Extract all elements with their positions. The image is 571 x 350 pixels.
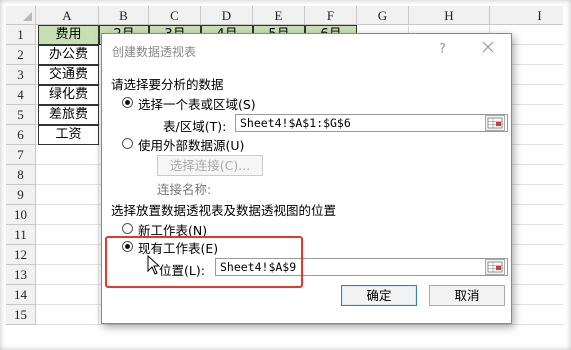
expense-item-cell[interactable]: 交通费 bbox=[38, 65, 99, 85]
select-all-corner[interactable] bbox=[6, 6, 36, 25]
sheet-cell[interactable] bbox=[36, 185, 99, 205]
row-header[interactable]: 4 bbox=[6, 85, 36, 105]
column-header[interactable]: B bbox=[99, 6, 149, 25]
row-header[interactable]: 6 bbox=[6, 125, 36, 145]
radio-select-range[interactable] bbox=[122, 97, 133, 108]
column-header[interactable]: F bbox=[305, 6, 357, 25]
row-header[interactable]: 12 bbox=[6, 245, 36, 265]
ok-button[interactable]: 确定 bbox=[341, 285, 417, 306]
sheet-cell[interactable] bbox=[36, 305, 99, 325]
radio-new-worksheet[interactable] bbox=[122, 223, 133, 234]
choose-connection-button[interactable]: 选择连接(C)... bbox=[157, 155, 263, 176]
row-header[interactable]: 10 bbox=[6, 205, 36, 225]
connection-name-label: 连接名称: bbox=[157, 182, 212, 197]
location-label: 位置(L): bbox=[159, 263, 205, 278]
expense-item-cell[interactable]: 工资 bbox=[38, 125, 99, 145]
cancel-button[interactable]: 取消 bbox=[429, 285, 505, 306]
range-picker-icon[interactable] bbox=[485, 115, 505, 131]
section-location-label: 选择放置数据透视表及数据透视图的位置 bbox=[111, 203, 337, 218]
row-header[interactable]: 7 bbox=[6, 145, 36, 165]
row-header[interactable]: 15 bbox=[6, 305, 36, 325]
option-new-worksheet-label[interactable]: 新工作表(N) bbox=[138, 220, 207, 239]
row-header[interactable]: 1 bbox=[6, 25, 36, 45]
row-header[interactable]: 14 bbox=[6, 285, 36, 305]
column-header[interactable]: C bbox=[149, 6, 201, 25]
location-input-value: Sheet4!$A$9 bbox=[220, 260, 297, 274]
range-label: 表/区域(T): bbox=[163, 119, 227, 134]
column-header[interactable]: H bbox=[409, 6, 490, 25]
column-header[interactable]: G bbox=[357, 6, 409, 25]
mouse-cursor-icon bbox=[147, 255, 161, 275]
column-header[interactable]: E bbox=[253, 6, 305, 25]
row-header[interactable]: 2 bbox=[6, 45, 36, 65]
sheet-cell[interactable] bbox=[36, 285, 99, 305]
option-select-range-label[interactable]: 选择一个表或区域(S) bbox=[138, 94, 256, 113]
location-picker-icon[interactable] bbox=[485, 259, 505, 275]
column-header[interactable]: D bbox=[201, 6, 253, 25]
sheet-cell[interactable] bbox=[36, 245, 99, 265]
expense-item-cell[interactable]: 绿化费 bbox=[38, 85, 99, 105]
expense-item-cell[interactable]: 办公费 bbox=[38, 45, 99, 65]
close-icon[interactable] bbox=[480, 39, 496, 55]
header-cell-expense[interactable]: 费用 bbox=[38, 25, 99, 45]
help-button[interactable]: ? bbox=[439, 42, 446, 57]
sheet-cell[interactable] bbox=[36, 225, 99, 245]
row-header[interactable]: 5 bbox=[6, 105, 36, 125]
sheet-cell[interactable] bbox=[36, 145, 99, 165]
radio-external-source[interactable] bbox=[122, 138, 133, 149]
column-header[interactable]: I bbox=[490, 6, 563, 25]
section-select-data-label: 请选择要分析的数据 bbox=[111, 77, 224, 92]
option-external-source-label[interactable]: 使用外部数据源(U) bbox=[138, 135, 244, 154]
row-header[interactable]: 3 bbox=[6, 65, 36, 85]
select-all-icon bbox=[23, 12, 32, 21]
row-header[interactable]: 8 bbox=[6, 165, 36, 185]
dialog-title: 创建数据透视表 bbox=[112, 45, 197, 59]
row-header[interactable]: 13 bbox=[6, 265, 36, 285]
create-pivot-table-dialog: 创建数据透视表 ? 请选择要分析的数据 选择一个表或区域(S) 表/区域(T):… bbox=[101, 33, 512, 324]
range-input-value: Sheet4!$A$1:$G$6 bbox=[240, 116, 351, 130]
row-header[interactable]: 11 bbox=[6, 225, 36, 245]
location-input[interactable]: Sheet4!$A$9 bbox=[215, 258, 508, 276]
expense-item-cell[interactable]: 差旅费 bbox=[38, 105, 99, 125]
sheet-cell[interactable] bbox=[36, 205, 99, 225]
row-header[interactable]: 9 bbox=[6, 185, 36, 205]
radio-existing-worksheet[interactable] bbox=[122, 241, 133, 252]
range-input[interactable]: Sheet4!$A$1:$G$6 bbox=[235, 114, 508, 132]
sheet-cell[interactable] bbox=[36, 265, 99, 285]
column-header[interactable]: A bbox=[36, 6, 99, 25]
sheet-cell[interactable] bbox=[36, 165, 99, 185]
